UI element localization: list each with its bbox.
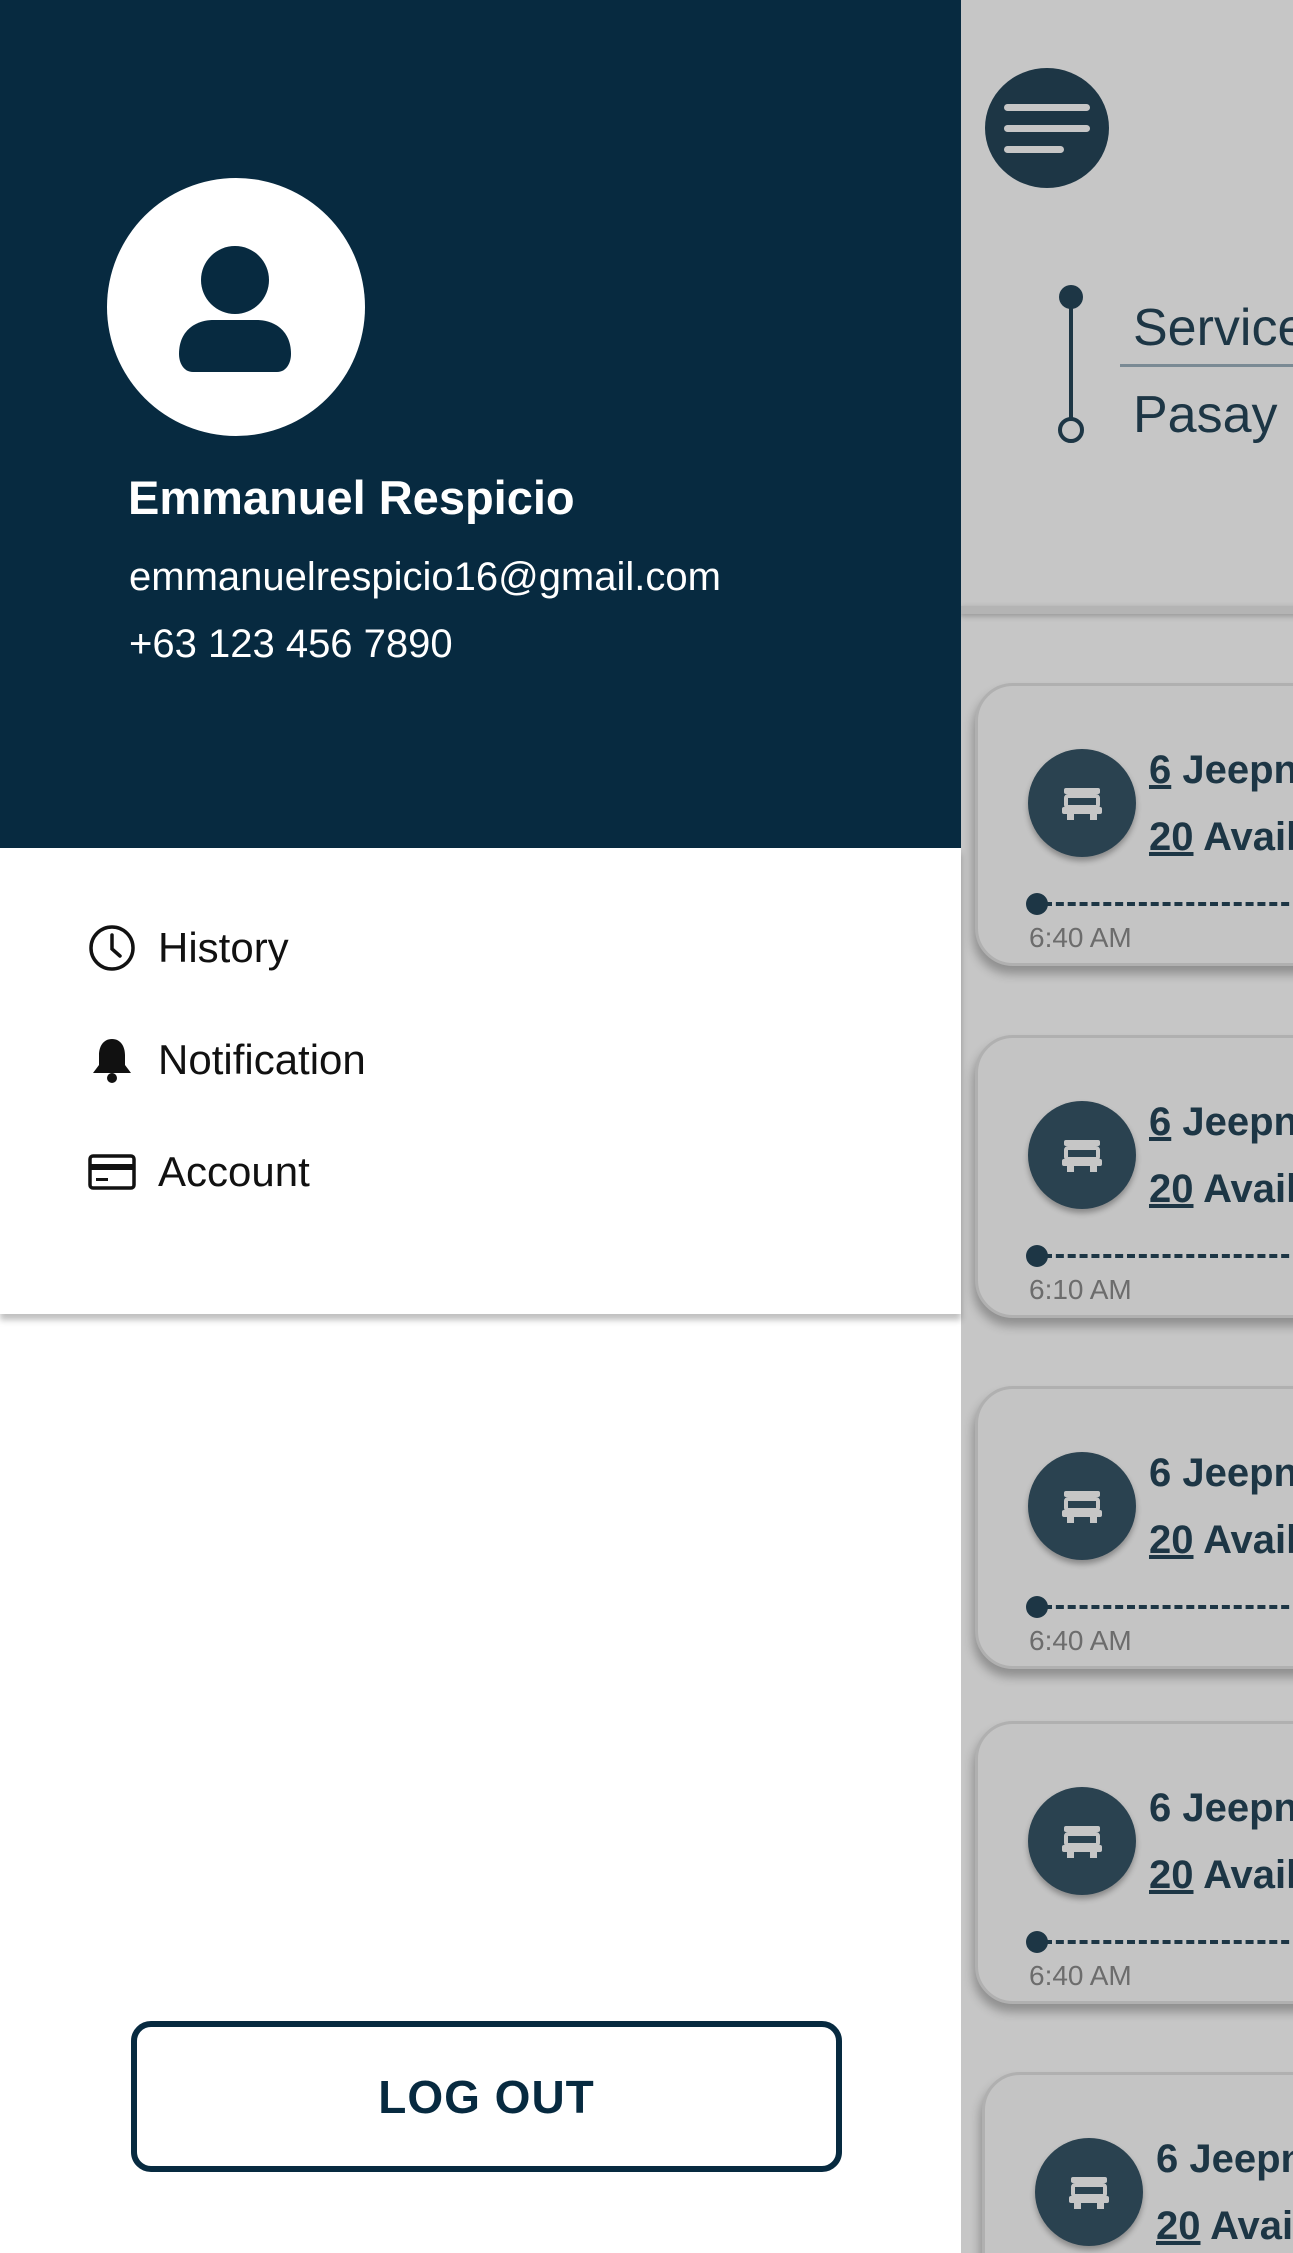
hamburger-line xyxy=(1004,145,1064,153)
jeepney-icon xyxy=(1035,2138,1143,2246)
user-email: emmanuelrespicio16@gmail.com xyxy=(129,555,721,599)
jeepney-icon xyxy=(1028,1101,1136,1209)
trip-card[interactable]: 6 Jeepn 20 Avail 6:40 AM xyxy=(975,1721,1293,2004)
route-destination[interactable]: Pasay N xyxy=(1133,385,1293,445)
route-origin[interactable]: Service xyxy=(1133,298,1293,358)
logout-button[interactable]: LOG OUT xyxy=(131,2021,842,2172)
trip-available-seats: 20 Avai xyxy=(1156,2204,1293,2248)
hamburger-line xyxy=(1004,124,1090,132)
user-icon xyxy=(179,246,291,372)
trip-departure-time: 6:10 AM xyxy=(1029,1274,1132,1305)
menu-item-notification[interactable]: Notification xyxy=(84,1030,366,1090)
logout-label: LOG OUT xyxy=(378,2070,595,2123)
profile-header: Emmanuel Respicio emmanuelrespicio16@gma… xyxy=(0,0,961,848)
trip-card[interactable]: 6 Jeepn 20 Avail 6:10 AM xyxy=(975,1035,1293,1318)
trip-available-seats: 20 Avail xyxy=(1149,815,1293,859)
drawer-menu: History Notification Account xyxy=(0,848,961,1314)
hamburger-line xyxy=(1004,103,1090,111)
trip-jeepney-count: 6 Jeepn xyxy=(1149,748,1293,792)
timeline-dashed-line xyxy=(1044,1254,1293,1258)
trip-card[interactable]: 6 Jeepn 20 Avail 6:40 AM xyxy=(975,1386,1293,1669)
route-divider xyxy=(1120,364,1293,367)
trip-jeepney-count: 6 Jeepn xyxy=(1149,1100,1293,1144)
trip-departure-time: 6:40 AM xyxy=(1029,922,1132,953)
trip-departure-time: 6:40 AM xyxy=(1029,1625,1132,1656)
menu-item-label: Account xyxy=(158,1148,310,1195)
route-end-dot xyxy=(1058,417,1084,443)
trip-available-seats: 20 Avail xyxy=(1149,1518,1293,1562)
trip-departure-time: 6:40 AM xyxy=(1029,1960,1132,1991)
timeline-dashed-line xyxy=(1044,1940,1293,1944)
user-name: Emmanuel Respicio xyxy=(128,471,575,524)
hamburger-menu-button[interactable] xyxy=(985,68,1109,188)
clock-icon xyxy=(84,920,140,976)
trip-card[interactable]: 6 Jeepn 20 Avai xyxy=(982,2072,1293,2253)
trip-jeepney-count: 6 Jeepn xyxy=(1149,1451,1293,1495)
timeline-dashed-line xyxy=(1044,1605,1293,1609)
trip-jeepney-count: 6 Jeepn xyxy=(1149,1786,1293,1830)
jeepney-icon xyxy=(1028,1787,1136,1895)
jeepney-icon xyxy=(1028,749,1136,857)
header-edge xyxy=(960,606,1293,614)
trip-jeepney-count: 6 Jeepn xyxy=(1156,2137,1293,2181)
route-line xyxy=(1069,296,1073,426)
credit-card-icon xyxy=(84,1144,140,1200)
bell-icon xyxy=(84,1032,140,1088)
menu-item-label: Notification xyxy=(158,1036,366,1083)
menu-item-label: History xyxy=(158,924,289,971)
menu-item-account[interactable]: Account xyxy=(84,1142,310,1202)
timeline-dashed-line xyxy=(1044,902,1293,906)
trip-card[interactable]: 6 Jeepn 20 Avail 6:40 AM xyxy=(975,683,1293,966)
user-phone: +63 123 456 7890 xyxy=(129,622,453,666)
avatar[interactable] xyxy=(107,178,365,436)
navigation-drawer: Emmanuel Respicio emmanuelrespicio16@gma… xyxy=(0,0,961,2253)
trip-available-seats: 20 Avail xyxy=(1149,1167,1293,1211)
trip-available-seats: 20 Avail xyxy=(1149,1853,1293,1897)
menu-item-history[interactable]: History xyxy=(84,918,289,978)
jeepney-icon xyxy=(1028,1452,1136,1560)
